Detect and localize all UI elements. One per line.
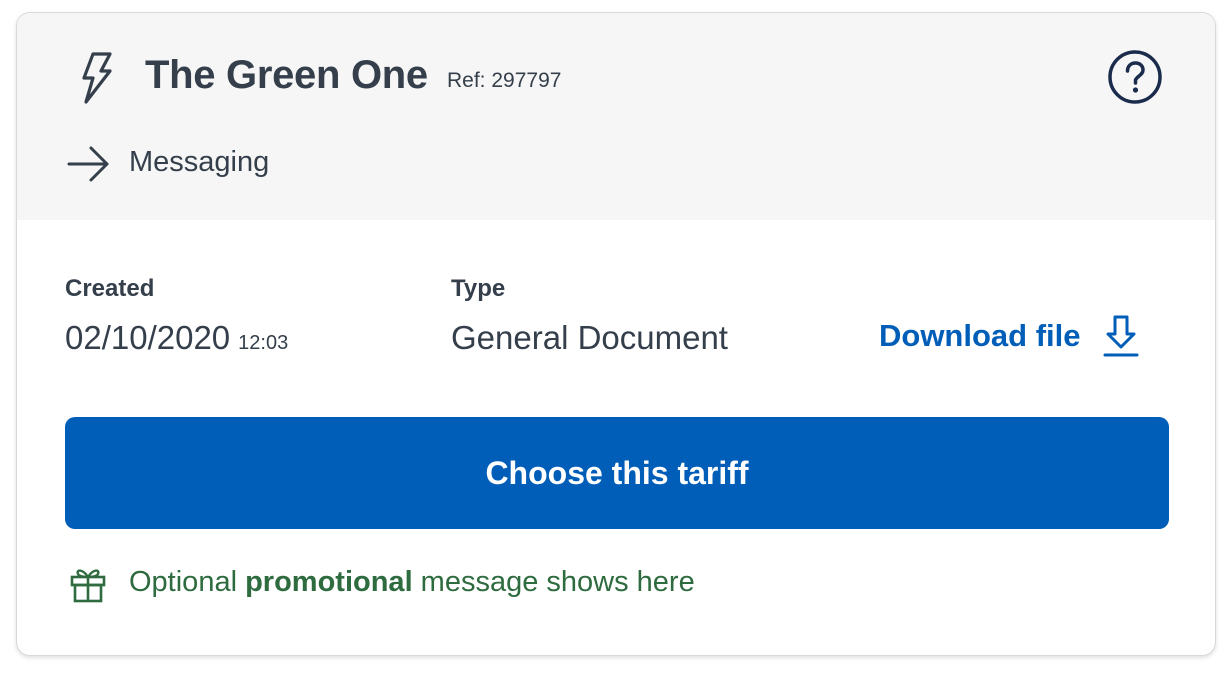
promo-suffix: message shows here <box>412 566 695 598</box>
created-label: Created <box>65 275 155 302</box>
created-time: 12:03 <box>238 332 289 354</box>
gift-icon <box>70 569 106 603</box>
type-label: Type <box>451 275 506 302</box>
promo-prefix: Optional <box>129 566 246 598</box>
created-value: 02/10/2020 12:03 <box>65 319 288 357</box>
download-file-link[interactable]: Download file <box>879 311 1141 361</box>
download-file-label: Download file <box>879 318 1081 353</box>
promo-message: Optional promotional message shows here <box>129 566 695 599</box>
promo-highlight: promotional <box>245 566 413 598</box>
download-icon <box>1103 315 1138 357</box>
arrow-right-icon <box>67 146 109 182</box>
help-icon[interactable] <box>1107 49 1163 105</box>
type-value: General Document <box>451 319 728 356</box>
category-label: Messaging <box>129 146 270 178</box>
card-header: The Green One Ref: 297797 Messaging <box>17 13 1215 220</box>
choose-tariff-button[interactable]: Choose this tariff <box>65 417 1169 529</box>
tariff-card: The Green One Ref: 297797 Messaging Crea… <box>16 12 1216 656</box>
lightning-bolt-icon <box>82 52 112 104</box>
tariff-ref: Ref: 297797 <box>447 69 562 92</box>
tariff-title: The Green One <box>145 53 428 97</box>
created-date: 02/10/2020 <box>65 319 231 356</box>
